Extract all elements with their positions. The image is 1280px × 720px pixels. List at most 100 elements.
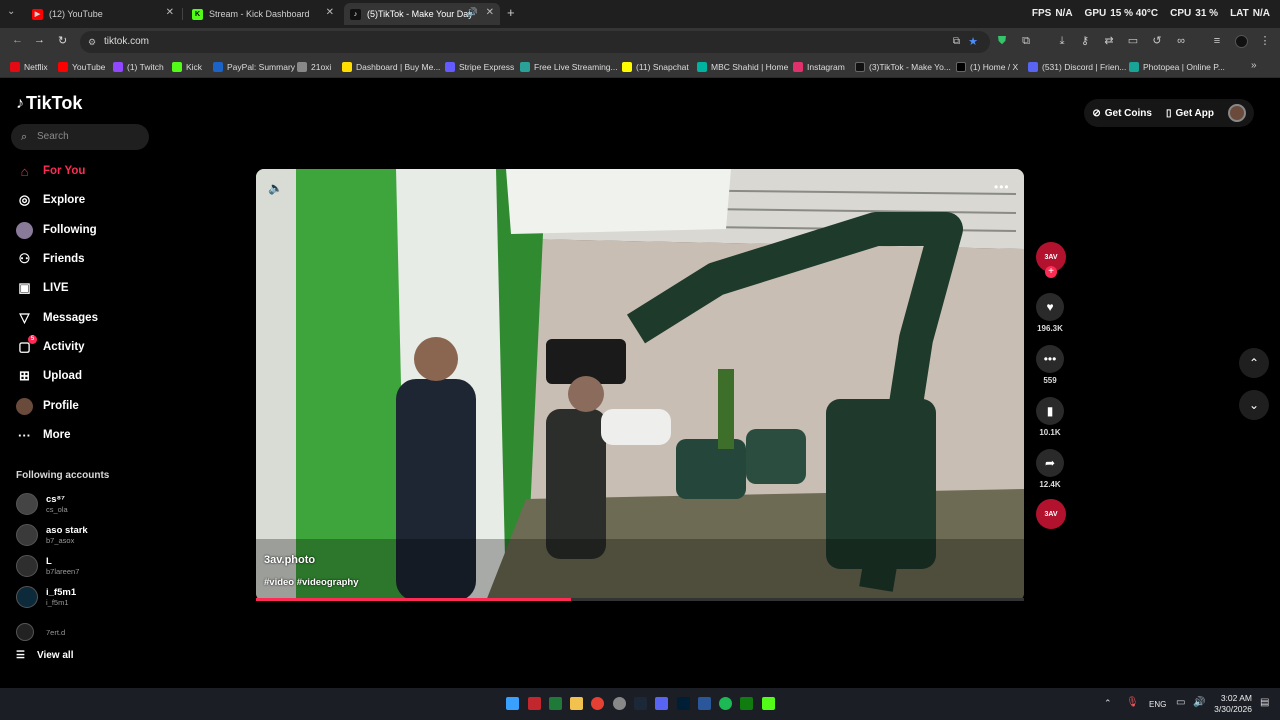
account-item[interactable]: cs⁸⁷ cs_ola	[16, 491, 68, 517]
account-item[interactable]: Lb7lareen7	[16, 553, 79, 579]
bookmark-twitch[interactable]: (1) Twitch	[113, 60, 164, 74]
close-icon[interactable]: ✕	[166, 7, 174, 18]
follow-plus-icon[interactable]: +	[1045, 266, 1057, 278]
tiktok-logo[interactable]: ♪ TikTok	[16, 93, 82, 114]
account-item[interactable]: aso stark b7_asox	[16, 522, 88, 548]
install-app-icon[interactable]: ⧉	[953, 31, 960, 53]
network-icon[interactable]: ▭	[1176, 697, 1185, 708]
file-explorer-icon[interactable]	[570, 697, 583, 710]
spotify-icon[interactable]	[719, 697, 732, 710]
more-bookmarks-icon[interactable]: »	[1251, 60, 1257, 71]
more-options-icon[interactable]: •••	[994, 180, 1010, 194]
bookmark-stripe[interactable]: Stripe Express	[445, 60, 514, 74]
settings-icon[interactable]	[613, 697, 626, 710]
translate-icon[interactable]: ⇄	[1103, 35, 1115, 47]
nav-profile[interactable]: Profile	[16, 396, 79, 416]
get-coins-button[interactable]: ⊘ Get Coins	[1092, 108, 1152, 119]
account-item[interactable]: 7ert.d	[16, 619, 65, 645]
like-button[interactable]: ♥ 196.3K	[1036, 293, 1064, 333]
tab-tiktok[interactable]: ♪ (5)TikTok - Make Your Day 🔊 ✕	[344, 3, 500, 25]
vpn-icon[interactable]: ⚷	[1079, 35, 1091, 47]
nav-for-you[interactable]: ⌂ For You	[16, 161, 86, 181]
bookmark-instagram[interactable]: Instagram	[793, 60, 845, 74]
address-bar[interactable]: ⚙ tiktok.com ⧉ ★	[80, 31, 990, 53]
start-icon[interactable]	[506, 697, 519, 710]
bookmark-21oxi[interactable]: 21oxi	[297, 60, 331, 74]
bookmark-discord[interactable]: (531) Discord | Frien...	[1028, 60, 1126, 74]
tab-youtube[interactable]: ▶ (12) YouTube ✕	[26, 3, 180, 25]
video-author[interactable]: 3av.photo	[264, 554, 315, 566]
steam-icon[interactable]	[634, 697, 647, 710]
wallet-icon[interactable]: ▭	[1127, 35, 1139, 47]
nav-upload[interactable]: ⊞ Upload	[16, 366, 82, 386]
bookmark-paypal[interactable]: PayPal: Summary	[213, 60, 295, 74]
bookmark-snapchat[interactable]: (11) Snapchat	[622, 60, 689, 74]
acrobat-icon[interactable]	[528, 697, 541, 710]
tab-kick[interactable]: K Stream - Kick Dashboard ✕	[186, 3, 340, 25]
chrome-icon[interactable]	[591, 697, 604, 710]
tab-search-chevron-icon[interactable]: ⌄	[7, 6, 15, 17]
nav-activity[interactable]: ▢ 5 Activity	[16, 334, 85, 357]
back-arrow-icon[interactable]: ←	[12, 34, 23, 46]
new-tab-button[interactable]: +	[507, 5, 515, 20]
extensions-icon[interactable]: ⧉	[1020, 35, 1032, 47]
nav-messages[interactable]: ▽ Messages	[16, 308, 98, 328]
share-button[interactable]: ➦ 12.4K	[1036, 449, 1064, 489]
bookmark-free-live-streaming[interactable]: Free Live Streaming...	[520, 60, 618, 74]
bookmark-photopea[interactable]: Photopea | Online P...	[1129, 60, 1225, 74]
download-icon[interactable]: ⤓	[1056, 35, 1068, 47]
word-icon[interactable]	[698, 697, 711, 710]
bookmark-shahid[interactable]: MBC Shahid | Home	[697, 60, 788, 74]
comment-button[interactable]: ••• 559	[1036, 345, 1064, 385]
nav-friends[interactable]: ⚇ Friends	[16, 249, 85, 269]
microphone-icon[interactable]: 🎙	[1126, 697, 1139, 708]
tray-chevron-icon[interactable]: ⌃	[1104, 698, 1112, 709]
volume-icon[interactable]: 🔊	[1193, 697, 1205, 708]
nav-following[interactable]: Following	[16, 220, 97, 240]
kebab-menu-icon[interactable]: ⋮	[1259, 35, 1271, 47]
get-app-button[interactable]: ▯ Get App	[1166, 108, 1214, 119]
bookmark-buymeacoffee[interactable]: Dashboard | Buy Me...	[342, 60, 440, 74]
bookmark-youtube[interactable]: YouTube	[58, 60, 105, 74]
reload-icon[interactable]: ↻	[58, 34, 67, 47]
close-icon[interactable]: ✕	[326, 7, 334, 18]
nav-live[interactable]: ▣ LIVE	[16, 278, 68, 298]
search-input[interactable]: ⌕ Search	[11, 124, 149, 150]
volume-icon[interactable]: 🔈	[268, 181, 283, 195]
language-indicator[interactable]: ENG	[1149, 700, 1166, 709]
system-clock[interactable]: 3:02 AM 3/30/2026	[1214, 693, 1252, 715]
user-avatar[interactable]	[1228, 104, 1246, 122]
bookmark-kick[interactable]: Kick	[172, 60, 202, 74]
video-progress-bar[interactable]	[256, 598, 1024, 601]
notifications-icon[interactable]: ▤	[1260, 697, 1269, 708]
close-icon[interactable]: ✕	[486, 7, 494, 18]
bookmark-tiktok[interactable]: (3)TikTok - Make Yo...	[855, 60, 951, 74]
previous-video-button[interactable]: ⌃	[1239, 348, 1269, 378]
site-info-icon[interactable]: ⚙	[88, 31, 96, 53]
nav-explore[interactable]: ◎ Explore	[16, 190, 85, 210]
speaker-icon[interactable]: 🔊	[467, 7, 478, 18]
profile-avatar[interactable]	[1235, 35, 1248, 48]
view-all-button[interactable]: ☰ View all	[16, 650, 73, 661]
history-icon[interactable]: ↺	[1151, 35, 1163, 47]
xbox-icon[interactable]	[740, 697, 753, 710]
link-icon[interactable]: ∞	[1175, 35, 1187, 47]
shield-extension-icon[interactable]: ⛊	[996, 35, 1008, 47]
nav-more[interactable]: ··· More	[16, 425, 70, 445]
next-video-button[interactable]: ⌄	[1239, 390, 1269, 420]
bookmark-netflix[interactable]: Netflix	[10, 60, 48, 74]
kick-app-icon[interactable]	[762, 697, 775, 710]
account-item[interactable]: i_f5m1 i_f5m1	[16, 584, 76, 610]
bookmark-star-icon[interactable]: ★	[968, 31, 978, 53]
excel-icon[interactable]	[549, 697, 562, 710]
save-button[interactable]: ▮ 10.1K	[1036, 397, 1064, 437]
bookmark-x[interactable]: (1) Home / X	[956, 60, 1018, 74]
creator-profile-button[interactable]: 3AV +	[1036, 242, 1066, 282]
menu-list-icon[interactable]: ≡	[1211, 35, 1223, 47]
video-player[interactable]	[256, 169, 1024, 601]
photoshop-icon[interactable]	[677, 697, 690, 710]
discord-icon[interactable]	[655, 697, 668, 710]
forward-arrow-icon[interactable]: →	[34, 34, 45, 46]
sound-disc-button[interactable]: 3AV	[1036, 499, 1066, 529]
video-hashtags[interactable]: #video #videography	[264, 577, 359, 588]
